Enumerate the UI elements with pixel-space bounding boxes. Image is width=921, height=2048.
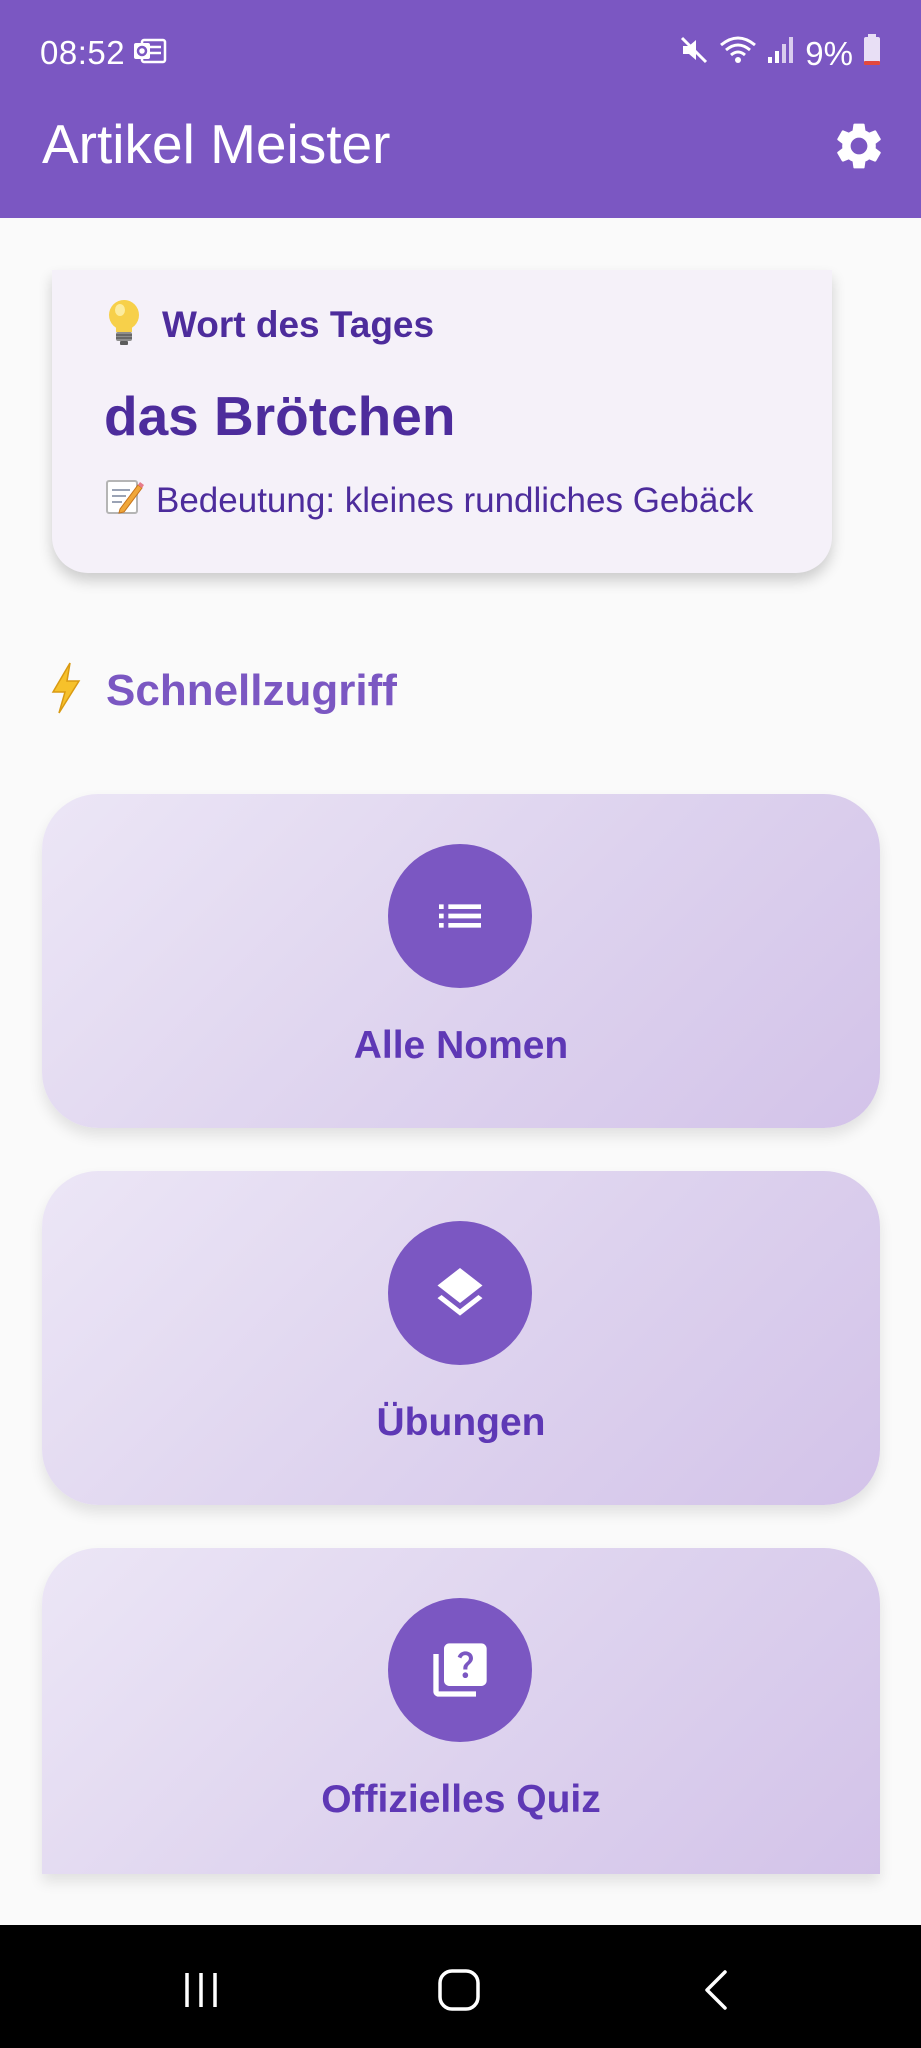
mute-icon (679, 35, 709, 73)
home-icon (438, 1969, 480, 2011)
word-of-the-day-card[interactable]: Wort des Tages das Brötchen Bedeutung: k… (52, 270, 832, 573)
quiz-icon (388, 1598, 532, 1742)
system-navigation-bar (0, 1925, 921, 2048)
word-of-the-day-title: Wort des Tages (162, 303, 435, 345)
battery-icon (863, 34, 881, 74)
settings-button[interactable] (831, 118, 887, 174)
quick-access-title: Schnellzugriff (106, 665, 397, 715)
status-time: 08:52 (40, 34, 126, 71)
quick-access-heading: Schnellzugriff (50, 662, 397, 719)
home-button[interactable] (424, 1955, 494, 2025)
recent-apps-button[interactable] (166, 1955, 236, 2025)
gear-icon (837, 123, 881, 169)
word-of-the-day-word: das Brötchen (104, 385, 456, 447)
app-bar: 08:52 9% Artikel Meister (0, 0, 921, 218)
word-meaning-text: Bedeutung: kleines rundliches Gebäck (156, 480, 754, 520)
lightbulb-icon (104, 298, 144, 351)
all-nouns-label: Alle Nomen (353, 1024, 569, 1067)
back-button[interactable] (682, 1955, 752, 2025)
exercises-tile[interactable]: Übungen (42, 1171, 880, 1505)
signal-icon (767, 35, 795, 73)
outlook-notification-icon (133, 36, 167, 71)
all-nouns-tile[interactable]: Alle Nomen (42, 794, 880, 1128)
exercises-label: Übungen (376, 1401, 546, 1444)
list-icon (388, 844, 532, 988)
memo-icon (104, 476, 144, 525)
official-quiz-tile[interactable]: Offizielles Quiz (42, 1548, 880, 1874)
recent-apps-icon (185, 1973, 217, 2007)
layers-icon (388, 1221, 532, 1365)
battery-percentage: 9% (805, 35, 853, 72)
official-quiz-label: Offizielles Quiz (321, 1778, 601, 1821)
lightning-icon (50, 662, 82, 719)
app-title: Artikel Meister (42, 113, 391, 175)
wifi-icon (719, 35, 757, 73)
back-icon (705, 1970, 727, 2010)
status-icons: 9% (679, 34, 881, 74)
word-of-the-day-header: Wort des Tages (104, 298, 434, 351)
word-meaning-row: Bedeutung: kleines rundliches Gebäck (104, 476, 753, 525)
